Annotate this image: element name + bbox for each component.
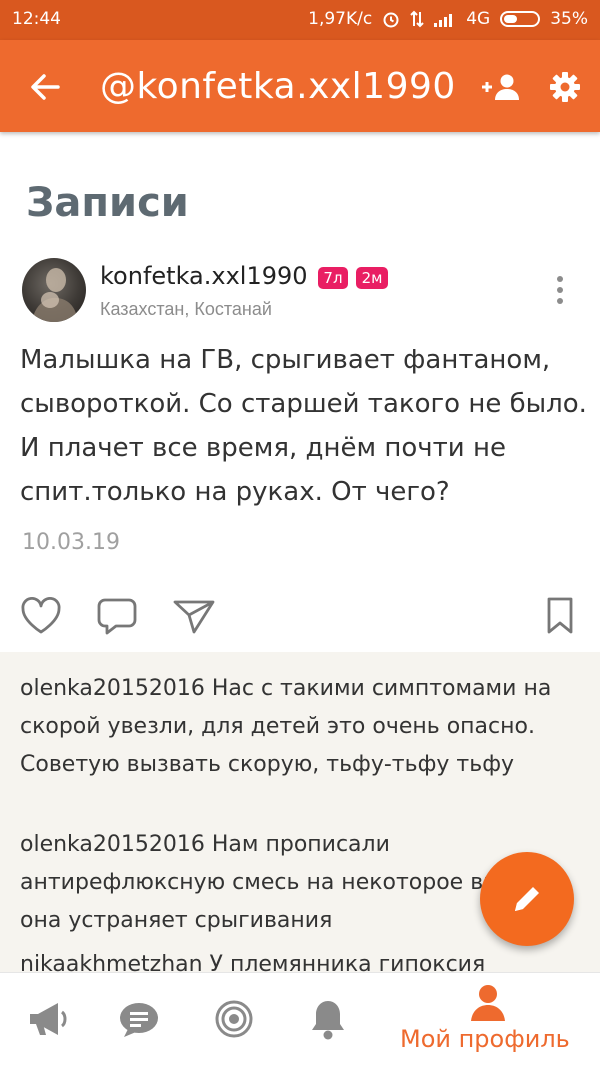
status-bar: 12:44 1,97K/c 4G 35% [0,0,600,40]
signal-icon [434,14,453,27]
nav-item-events[interactable] [20,973,80,1066]
post-author[interactable]: konfetka.xxl1990 [100,262,308,290]
comment-item[interactable]: olenka20152016 Нас с такими симптомами н… [20,670,570,784]
bell-icon [312,1001,344,1040]
pencil-icon [515,887,539,911]
battery-icon [500,11,541,27]
section-title: Записи [26,180,189,226]
nav-item-messages[interactable] [110,973,170,1066]
gear-icon[interactable] [548,70,582,104]
badge-child-age-1: 7л [318,267,348,289]
badge-child-age-2: 2м [356,267,388,289]
page-title: @konfetka.xxl1990 [100,66,456,107]
bookmark-icon[interactable] [546,596,574,636]
nav-item-goals[interactable] [206,973,266,1066]
post-text: Малышка на ГВ, срыгивает фантаном, сывор… [20,345,587,507]
network-type: 4G [466,9,491,29]
profile-icon [471,985,505,1021]
write-post-button[interactable] [480,852,574,946]
arrow-left-icon[interactable] [28,70,62,104]
post-date: 10.03.19 [22,530,120,555]
heart-icon[interactable] [20,596,62,636]
comment-icon[interactable] [96,596,138,636]
app-bar: @konfetka.xxl1990 [0,40,600,132]
comment-item[interactable]: nikaakhmetzhan У племянника гипоксия [20,946,570,972]
nav-label-profile[interactable]: Мой профиль [400,1025,570,1053]
share-icon[interactable] [172,596,216,636]
megaphone-icon [30,1003,67,1035]
target-icon [215,1000,253,1038]
avatar[interactable] [22,258,86,322]
post-location: Казахстан, Костанай [100,299,272,319]
battery-level: 35% [550,9,588,29]
more-options-icon[interactable] [552,276,568,306]
chat-icon [120,1003,158,1037]
data-arrows-icon [410,10,424,28]
nav-item-notifications[interactable] [300,973,360,1066]
network-speed: 1,97K/c [308,9,373,29]
status-time: 12:44 [12,9,61,29]
add-user-icon[interactable] [480,72,522,102]
bottom-navigation: Мой профиль [0,972,600,1066]
alarm-icon [383,12,399,28]
